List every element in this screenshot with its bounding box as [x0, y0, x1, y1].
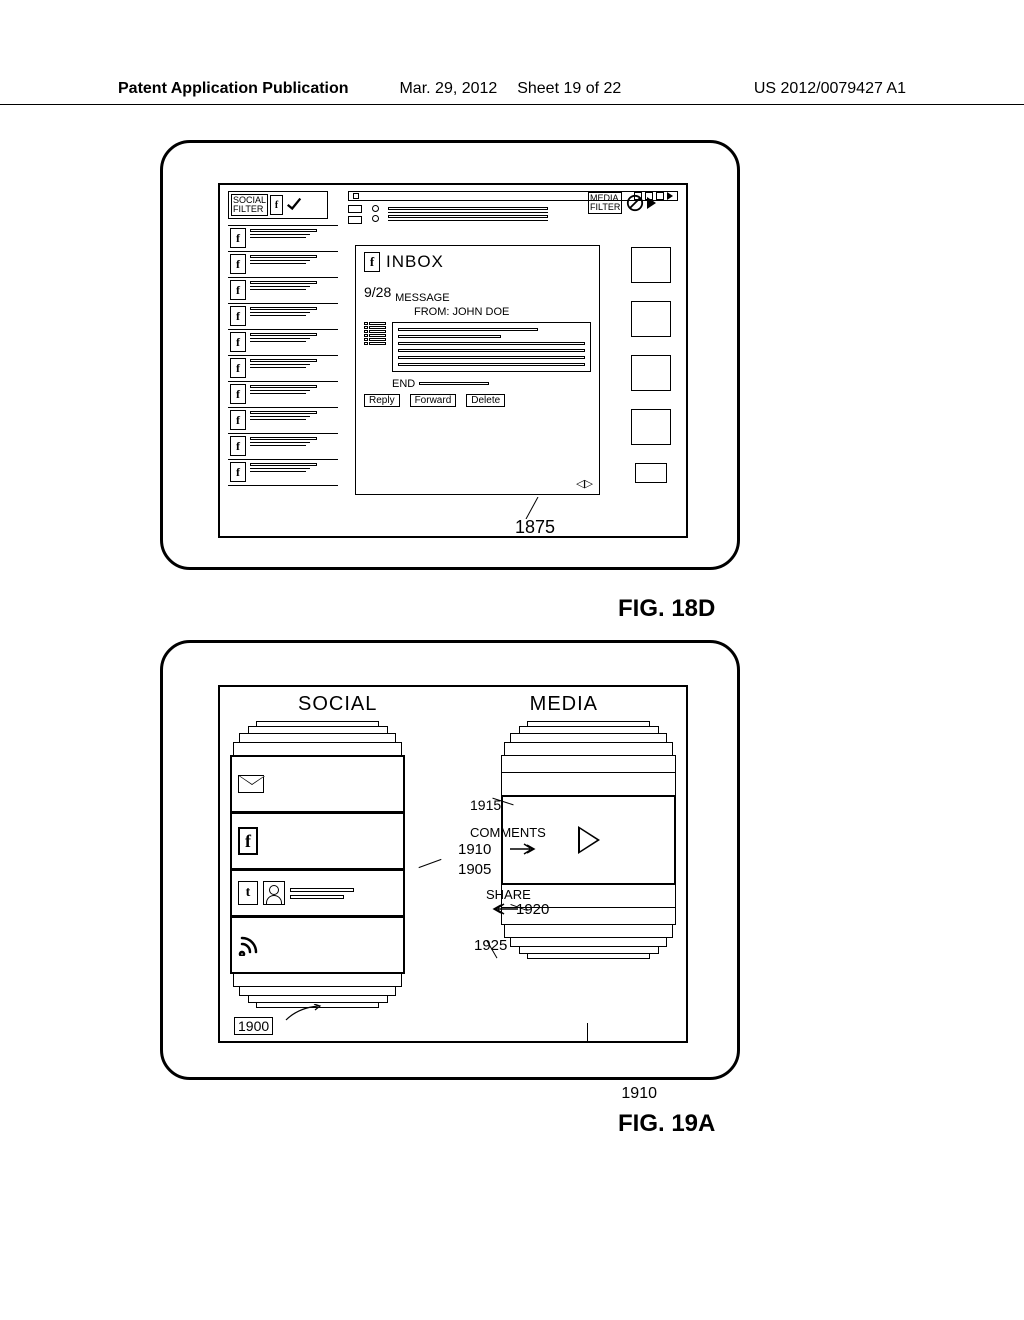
reference-1920: 1920: [516, 901, 549, 918]
facebook-icon: f: [230, 436, 246, 456]
facebook-icon: f: [238, 827, 258, 855]
device-fig18d: SOCIAL FILTER f f f f f f f f f f f: [160, 140, 740, 570]
feed-item[interactable]: f: [228, 330, 338, 356]
media-filter-button[interactable]: MEDIA FILTER: [588, 191, 678, 215]
feed-item[interactable]: f: [228, 356, 338, 382]
social-feed-column: f f f f f f f f f f: [228, 225, 338, 528]
feed-item[interactable]: f: [228, 408, 338, 434]
play-icon: [578, 826, 600, 854]
device-fig19a: SOCIAL MEDIA f t 1915 COMMENTS 1910 1905…: [160, 640, 740, 1080]
feed-item[interactable]: f: [228, 382, 338, 408]
reply-button[interactable]: Reply: [364, 394, 400, 407]
screen-fig18d: SOCIAL FILTER f f f f f f f f f f f: [218, 183, 688, 538]
rss-icon: [238, 930, 264, 961]
feed-item[interactable]: f: [228, 460, 338, 486]
media-thumb[interactable]: [631, 409, 671, 445]
publication-date: Mar. 29, 2012: [399, 80, 497, 98]
twitter-icon: t: [238, 881, 258, 905]
social-item-twitter[interactable]: t: [230, 869, 405, 917]
message-body: [392, 322, 591, 372]
share-label: SHARE: [486, 887, 531, 902]
media-column-title: MEDIA: [530, 693, 598, 716]
forward-button[interactable]: Forward: [410, 394, 457, 407]
nav-arrows-icon[interactable]: ◁▷: [576, 477, 593, 490]
publication-label: Patent Application Publication: [118, 80, 349, 97]
leader-line: [419, 859, 442, 868]
feed-item[interactable]: f: [228, 304, 338, 330]
media-thumb[interactable]: [631, 247, 671, 283]
end-label: END: [392, 378, 415, 390]
inbox-panel: f INBOX 9/28 MESSAGE FROM: JOHN DOE END: [355, 245, 600, 495]
feed-item[interactable]: f: [228, 434, 338, 460]
comments-label: COMMENTS: [470, 825, 546, 840]
social-filter-label: SOCIAL FILTER: [231, 194, 268, 216]
page-header: Patent Application Publication Mar. 29, …: [0, 80, 1024, 105]
feed-item[interactable]: f: [228, 225, 338, 252]
feed-item[interactable]: f: [228, 278, 338, 304]
screen-fig19a: SOCIAL MEDIA f t 1915 COMMENTS 1910 1905…: [218, 685, 688, 1043]
media-meta: [348, 205, 548, 233]
media-filter-label: MEDIA FILTER: [588, 192, 622, 214]
reference-1875: 1875: [515, 517, 555, 538]
reference-1905: 1905: [458, 861, 491, 878]
reference-1900: 1900: [234, 1017, 273, 1035]
leader-line: [522, 497, 542, 519]
media-thumbnails-column: [623, 247, 678, 528]
media-thumb[interactable]: [635, 463, 667, 483]
checkmark-icon: [285, 195, 303, 216]
doc-number: US 2012/0079427 A1: [754, 80, 906, 98]
arrow-icon: [284, 1004, 324, 1029]
social-filter-button[interactable]: SOCIAL FILTER f: [228, 191, 328, 219]
facebook-icon: f: [270, 195, 283, 215]
message-from: FROM: JOHN DOE: [414, 306, 591, 318]
person-icon: [263, 881, 285, 905]
social-item-rss[interactable]: [230, 916, 405, 974]
facebook-icon: f: [230, 384, 246, 404]
social-column-title: SOCIAL: [298, 693, 377, 716]
play-outline-icon: [648, 198, 656, 208]
facebook-icon: f: [364, 252, 380, 272]
media-stack[interactable]: [501, 721, 676, 959]
social-stack[interactable]: f t: [230, 721, 405, 1008]
reference-1910-bottom: 1910: [621, 1085, 657, 1103]
leader-line: [587, 1023, 588, 1041]
facebook-icon: f: [230, 280, 246, 300]
facebook-icon: f: [230, 332, 246, 352]
facebook-icon: f: [230, 228, 246, 248]
message-label: MESSAGE: [395, 292, 449, 304]
facebook-icon: f: [230, 306, 246, 326]
inbox-title: INBOX: [386, 252, 444, 272]
facebook-icon: f: [230, 462, 246, 482]
prohibit-icon: [626, 194, 644, 212]
sheet-number: Sheet 19 of 22: [517, 80, 621, 98]
media-thumb[interactable]: [631, 301, 671, 337]
facebook-icon: f: [230, 254, 246, 274]
social-item-email[interactable]: [230, 755, 405, 813]
arrow-right-icon: [508, 841, 538, 860]
envelope-icon: [238, 775, 264, 793]
social-item-facebook[interactable]: f: [230, 812, 405, 870]
feed-item[interactable]: f: [228, 252, 338, 278]
attachment-thumbs: [364, 322, 386, 372]
figure-label-18d: FIG. 18D: [618, 595, 715, 623]
figure-label-19a: FIG. 19A: [618, 1110, 715, 1138]
delete-button[interactable]: Delete: [466, 394, 505, 407]
message-date: 9/28: [364, 284, 391, 300]
facebook-icon: f: [230, 358, 246, 378]
reference-1910: 1910: [458, 841, 491, 858]
media-thumb[interactable]: [631, 355, 671, 391]
media-item-video[interactable]: [501, 795, 676, 885]
facebook-icon: f: [230, 410, 246, 430]
